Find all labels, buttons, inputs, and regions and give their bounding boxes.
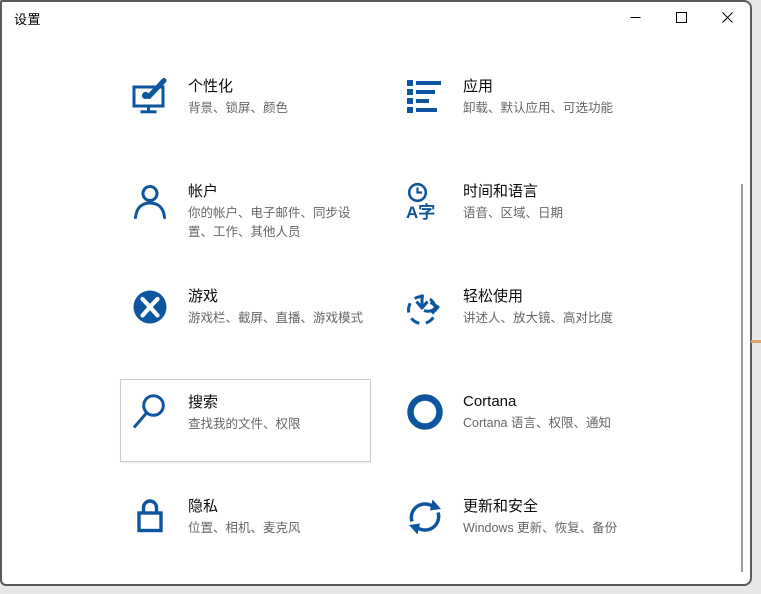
tile-title: 游戏 xyxy=(188,288,219,305)
tile-title: 应用 xyxy=(463,78,494,95)
minimize-icon xyxy=(630,12,641,23)
svg-text:A字: A字 xyxy=(406,202,435,222)
tile-title: 时间和语言 xyxy=(463,183,539,200)
tile-subtitle: 位置、相机、麦克风 xyxy=(188,521,301,535)
cortana-icon xyxy=(405,392,445,432)
maximize-icon xyxy=(675,11,687,23)
tile-cortana[interactable]: Cortana Cortana 语言、权限、通知 xyxy=(395,379,646,462)
close-icon xyxy=(721,11,733,23)
tile-time-language[interactable]: A字 时间和语言 语音、区域、日期 xyxy=(395,169,646,252)
tile-title: 个性化 xyxy=(188,78,234,95)
tile-subtitle: 查找我的文件、权限 xyxy=(188,417,301,431)
titlebar[interactable]: 设置 xyxy=(2,2,750,34)
tile-subtitle: 语音、区域、日期 xyxy=(463,206,564,220)
tile-title: 轻松使用 xyxy=(463,288,524,305)
backdrop-accent-mark xyxy=(751,340,761,343)
personalization-icon xyxy=(130,77,170,117)
time-language-icon: A字 xyxy=(405,182,445,222)
tile-update-security[interactable]: 更新和安全 Windows 更新、恢复、备份 xyxy=(395,484,646,567)
tile-title: 隐私 xyxy=(188,498,219,515)
apps-icon xyxy=(405,77,445,117)
tile-subtitle: 你的帐户、电子邮件、同步设 置、工作、其他人员 xyxy=(188,206,351,239)
update-security-icon xyxy=(405,497,445,537)
settings-window: 设置 个性化 背景、锁屏、颜色 应用 卸载、默认应用、可选功能 帐户 你的帐户、… xyxy=(0,0,752,586)
maximize-button[interactable] xyxy=(658,2,704,32)
tile-subtitle: 背景、锁屏、颜色 xyxy=(188,101,289,115)
settings-category-grid: 个性化 背景、锁屏、颜色 应用 卸载、默认应用、可选功能 帐户 你的帐户、电子邮… xyxy=(120,64,646,567)
accounts-icon xyxy=(130,182,170,222)
vertical-scrollbar[interactable] xyxy=(741,184,743,572)
window-title: 设置 xyxy=(14,11,42,27)
tile-personalization[interactable]: 个性化 背景、锁屏、颜色 xyxy=(120,64,371,147)
tile-title: Cortana xyxy=(463,393,517,410)
search-icon xyxy=(130,392,170,432)
tile-subtitle: 卸载、默认应用、可选功能 xyxy=(463,101,614,115)
tile-title: 更新和安全 xyxy=(463,498,539,515)
tile-privacy[interactable]: 隐私 位置、相机、麦克风 xyxy=(120,484,371,567)
minimize-button[interactable] xyxy=(612,2,658,32)
tile-subtitle: 讲述人、放大镜、高对比度 xyxy=(463,311,614,325)
tile-subtitle: Cortana 语言、权限、通知 xyxy=(463,416,611,430)
tile-gaming[interactable]: 游戏 游戏栏、截屏、直播、游戏模式 xyxy=(120,274,371,357)
tile-title: 搜索 xyxy=(188,394,219,411)
tile-accounts[interactable]: 帐户 你的帐户、电子邮件、同步设 置、工作、其他人员 xyxy=(120,169,371,252)
tile-title: 帐户 xyxy=(188,183,219,200)
tile-subtitle: 游戏栏、截屏、直播、游戏模式 xyxy=(188,311,364,325)
tile-subtitle: Windows 更新、恢复、备份 xyxy=(463,521,618,535)
tile-apps[interactable]: 应用 卸载、默认应用、可选功能 xyxy=(395,64,646,147)
tile-search[interactable]: 搜索 查找我的文件、权限 xyxy=(120,379,371,462)
ease-of-access-icon xyxy=(405,287,445,327)
gaming-icon xyxy=(130,287,170,327)
close-button[interactable] xyxy=(704,2,750,32)
tile-ease-of-access[interactable]: 轻松使用 讲述人、放大镜、高对比度 xyxy=(395,274,646,357)
privacy-icon xyxy=(130,497,170,537)
